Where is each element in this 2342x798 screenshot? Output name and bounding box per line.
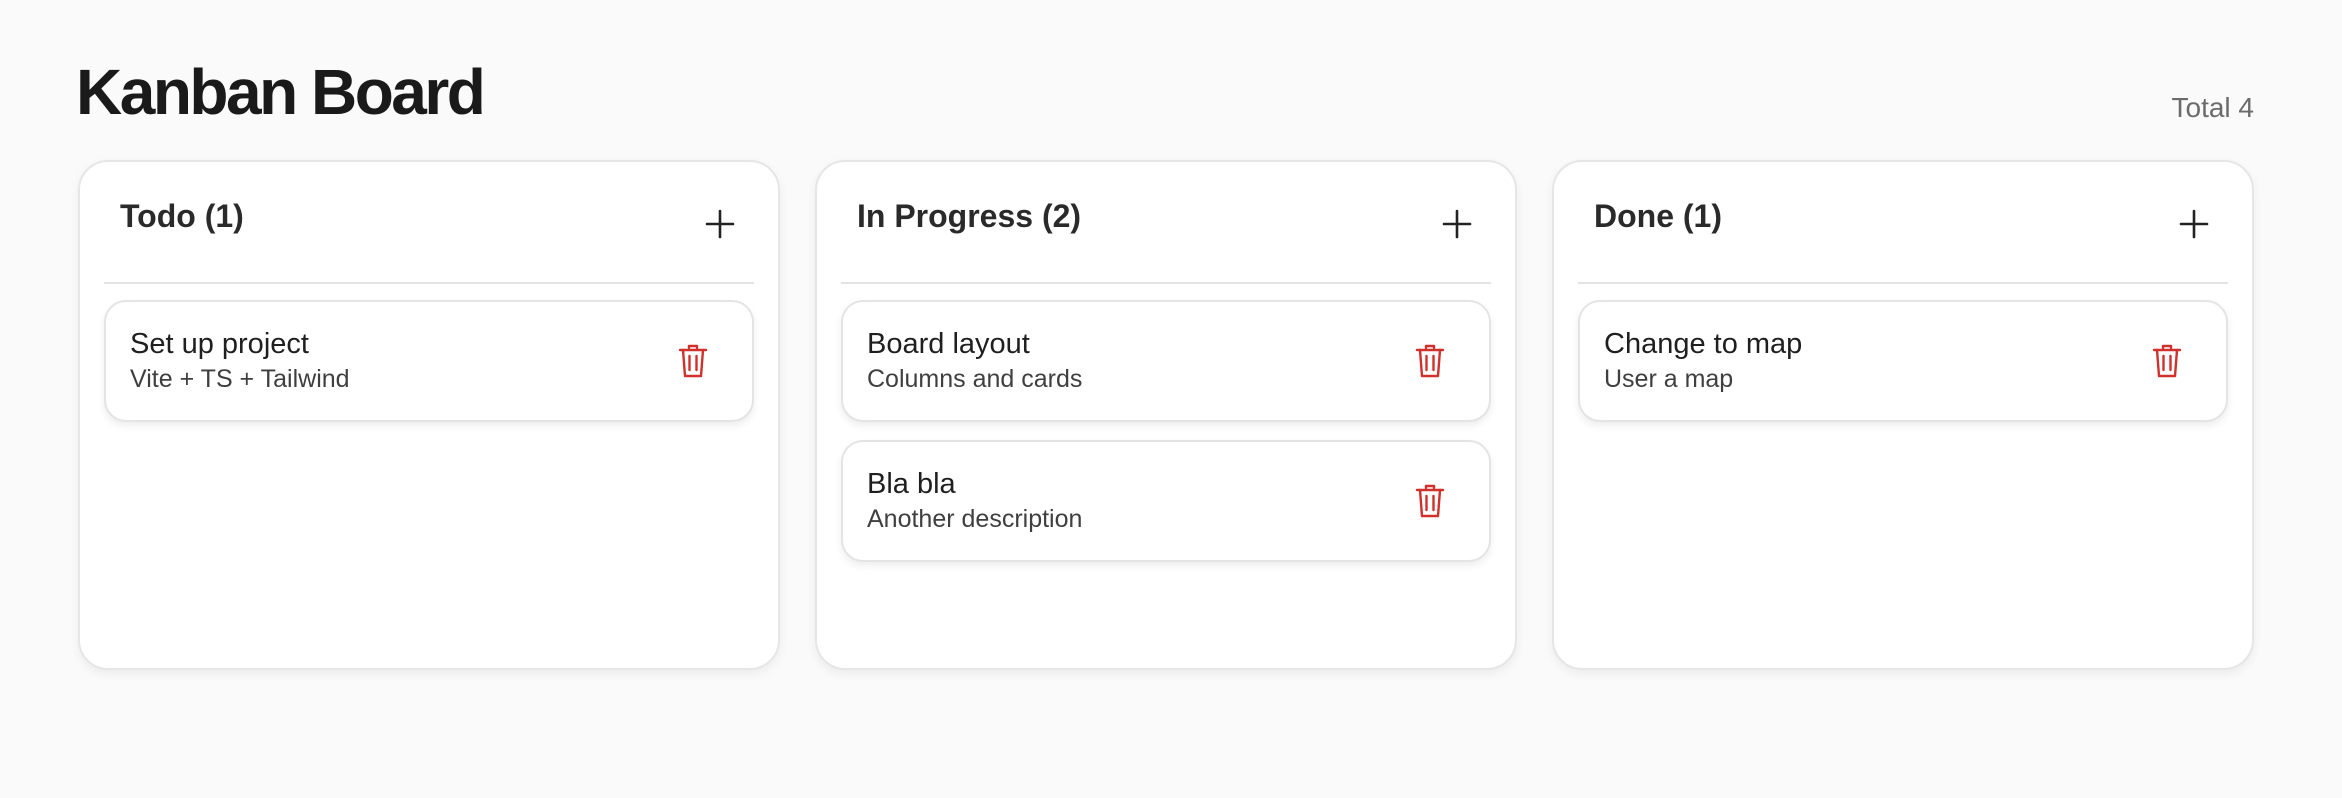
delete-card-button[interactable] [1407, 338, 1453, 384]
plus-icon [705, 209, 735, 239]
trash-icon [678, 344, 708, 378]
delete-card-button[interactable] [2144, 338, 2190, 384]
task-card[interactable]: Bla bla Another description [841, 440, 1491, 562]
trash-icon [1415, 344, 1445, 378]
card-title: Set up project [130, 328, 309, 360]
task-card[interactable]: Change to map User a map [1578, 300, 2228, 422]
trash-icon [1415, 484, 1445, 518]
column-header: Todo (1) [104, 162, 754, 284]
card-list: Board layout Columns and cards Bla bla A… [841, 284, 1491, 562]
add-card-button[interactable] [2170, 200, 2218, 248]
column-title: Done (1) [1594, 197, 1722, 234]
card-list: Set up project Vite + TS + Tailwind [104, 284, 754, 422]
plus-icon [1442, 209, 1472, 239]
card-title: Board layout [867, 328, 1030, 360]
kanban-page: Kanban Board Total 4 Todo (1) Set up pro… [0, 0, 2342, 798]
add-card-button[interactable] [1433, 200, 1481, 248]
plus-icon [2179, 209, 2209, 239]
column-title: In Progress (2) [857, 197, 1082, 234]
delete-card-button[interactable] [1407, 478, 1453, 524]
page-title: Kanban Board [76, 56, 486, 128]
card-title: Change to map [1604, 328, 1803, 360]
card-description: Another description [867, 505, 1083, 533]
column-title: Todo (1) [120, 197, 244, 234]
card-list: Change to map User a map [1578, 284, 2228, 422]
total-count: Total 4 [2171, 92, 2255, 123]
add-card-button[interactable] [696, 200, 744, 248]
column-header: In Progress (2) [841, 162, 1491, 284]
column-todo: Todo (1) Set up project Vite + TS + Tail… [78, 160, 780, 670]
card-description: User a map [1604, 365, 1734, 393]
column-header: Done (1) [1578, 162, 2228, 284]
task-card[interactable]: Set up project Vite + TS + Tailwind [104, 300, 754, 422]
card-title: Bla bla [867, 468, 956, 500]
board: Todo (1) Set up project Vite + TS + Tail… [78, 160, 2254, 670]
delete-card-button[interactable] [670, 338, 716, 384]
trash-icon [2152, 344, 2182, 378]
card-description: Columns and cards [867, 365, 1083, 393]
column-done: Done (1) Change to map User a map [1552, 160, 2254, 670]
column-in-progress: In Progress (2) Board layout Columns and… [815, 160, 1517, 670]
card-description: Vite + TS + Tailwind [130, 365, 350, 393]
task-card[interactable]: Board layout Columns and cards [841, 300, 1491, 422]
